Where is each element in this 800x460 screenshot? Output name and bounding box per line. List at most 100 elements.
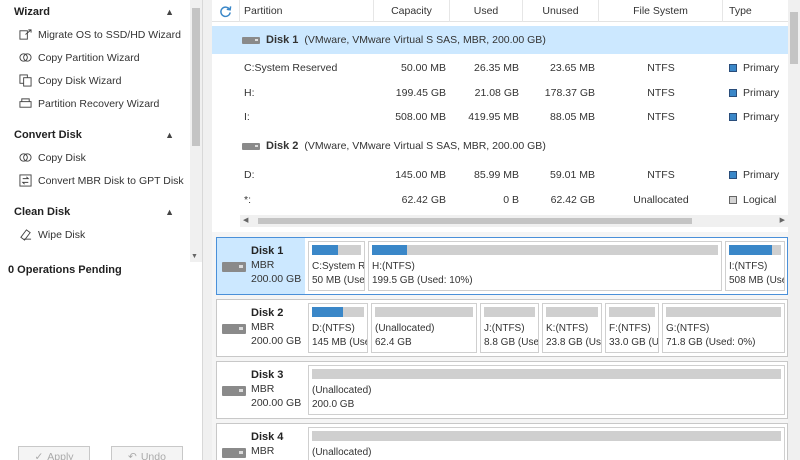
column-header-file-system[interactable]: File System <box>599 0 723 22</box>
sidebar-item-label: Wipe Disk <box>38 228 86 241</box>
sidebar-item-partition-recovery[interactable]: Partition Recovery Wizard <box>0 92 190 115</box>
cell-type: Primary <box>723 169 788 181</box>
cell-type: Primary <box>723 87 788 99</box>
sidebar-item-copy-disk-wizard[interactable]: Copy Disk Wizard <box>0 69 190 92</box>
cell-capacity: 62.42 GB <box>401 194 446 206</box>
column-header-partition[interactable]: Partition <box>240 0 374 22</box>
column-header-capacity[interactable]: Capacity <box>374 0 450 22</box>
disk-map-scrollbar[interactable] <box>788 232 800 460</box>
partition-block-detail: 62.4 GB <box>375 337 412 348</box>
scroll-left-arrow-icon[interactable]: ◀ <box>243 216 248 224</box>
cell-type-label: Logical <box>743 194 777 206</box>
partition-block[interactable]: (Unallocated) <box>308 427 785 460</box>
disk-card-name: Disk 2 <box>251 307 284 319</box>
sidebar-item-migrate-os[interactable]: Migrate OS to SSD/HD Wizard <box>0 23 190 46</box>
section-header[interactable]: Convert Disk ▲ <box>0 123 190 146</box>
partition-block-detail: 33.0 GB (U <box>609 337 659 348</box>
usage-bar <box>372 245 718 255</box>
partition-block[interactable]: (Unallocated) 200.0 GB <box>308 365 785 415</box>
disk-name: Disk 1 <box>266 34 299 46</box>
partition-block-detail: 508 MB (Usec <box>729 275 784 286</box>
section-title: Wizard <box>14 5 50 18</box>
chevron-up-icon[interactable]: ▲ <box>165 7 174 17</box>
disk-description: (VMware, VMware Virtual S SAS, MBR, 200.… <box>304 34 546 46</box>
column-header-used[interactable]: Used <box>450 0 523 22</box>
disk-card-2[interactable]: Disk 2 MBR 200.00 GB D:(NTFS) 145 MB (Us… <box>216 299 788 357</box>
partition-block[interactable]: G:(NTFS) 71.8 GB (Used: 0%) <box>662 303 785 353</box>
sidebar-scrollbar[interactable]: ▼ <box>190 0 202 262</box>
copy-disk-icon <box>18 74 32 88</box>
cell-file-system: NTFS <box>647 87 675 99</box>
sidebar-item-copy-partition[interactable]: Copy Partition Wizard <box>0 46 190 69</box>
partition-block[interactable]: J:(NTFS) 8.8 GB (Use <box>480 303 539 353</box>
partition-type-square-icon <box>729 196 737 204</box>
disk-card-info[interactable]: Disk 1 MBR 200.00 GB <box>217 238 305 294</box>
partition-block[interactable]: C:System Re: 50 MB (Usec <box>308 241 365 291</box>
section-header[interactable]: Wizard ▲ <box>0 0 190 23</box>
table-row[interactable]: *: 62.42 GB 0 B 62.42 GB Unallocated Log… <box>212 188 788 212</box>
sidebar-item-copy-disk[interactable]: Copy Disk <box>0 146 190 169</box>
partition-block[interactable]: I:(NTFS) 508 MB (Usec <box>725 241 785 291</box>
partition-block[interactable]: H:(NTFS) 199.5 GB (Used: 10%) <box>368 241 722 291</box>
partition-block[interactable]: (Unallocated) 62.4 GB <box>371 303 477 353</box>
disk-card-3[interactable]: Disk 3 MBR 200.00 GB (Unallocated) 200.0… <box>216 361 788 419</box>
disk-card-4[interactable]: Disk 4 MBR (Unallocated) <box>216 423 788 460</box>
sidebar-item-convert-mbr-gpt[interactable]: Convert MBR Disk to GPT Disk <box>0 169 190 192</box>
sidebar: Wizard ▲ Migrate OS to SSD/HD Wizard Cop… <box>0 0 203 460</box>
partition-block-label: (Unallocated) <box>312 385 372 396</box>
sidebar-item-label: Copy Disk <box>38 151 86 164</box>
convert-icon <box>18 174 32 188</box>
disk-card-1[interactable]: Disk 1 MBR 200.00 GB C:System Re: 50 MB … <box>216 237 788 295</box>
scrollbar-thumb[interactable] <box>258 218 692 224</box>
disk-card-info[interactable]: Disk 2 MBR 200.00 GB <box>217 300 305 356</box>
cell-type-label: Primary <box>743 62 780 74</box>
disk-card-type: MBR <box>251 383 275 395</box>
disk-card-info[interactable]: Disk 4 MBR <box>217 424 305 460</box>
disk-card-info[interactable]: Disk 3 MBR 200.00 GB <box>217 362 305 418</box>
apply-label: Apply <box>47 451 74 460</box>
refresh-icon[interactable] <box>219 5 232 18</box>
scroll-down-arrow-icon[interactable]: ▼ <box>191 253 198 260</box>
sidebar-section-wizard: Wizard ▲ Migrate OS to SSD/HD Wizard Cop… <box>0 0 190 115</box>
table-vertical-scrollbar[interactable] <box>788 0 800 232</box>
chevron-up-icon[interactable]: ▲ <box>165 130 174 140</box>
cell-file-system: NTFS <box>647 62 675 74</box>
cell-type-label: Primary <box>743 87 780 99</box>
table-row[interactable]: D: 145.00 MB 85.99 MB 59.01 MB NTFS Prim… <box>212 163 788 187</box>
table-row[interactable]: I: 508.00 MB 419.95 MB 88.05 MB NTFS Pri… <box>212 105 788 129</box>
scrollbar-thumb[interactable] <box>192 8 200 146</box>
sidebar-item-label: Convert MBR Disk to GPT Disk <box>38 174 184 187</box>
column-header-unused[interactable]: Unused <box>523 0 599 22</box>
refresh-button[interactable] <box>212 0 240 22</box>
partition-type-square-icon <box>729 89 737 97</box>
apply-button[interactable]: ✓ Apply <box>18 446 90 460</box>
cell-type: Logical <box>723 194 788 206</box>
app-window: Wizard ▲ Migrate OS to SSD/HD Wizard Cop… <box>0 0 800 460</box>
partition-type-square-icon <box>729 64 737 72</box>
operations-pending: 0 Operations Pending <box>8 264 122 276</box>
sidebar-item-wipe-disk[interactable]: Wipe Disk <box>0 223 190 246</box>
table-horizontal-scrollbar[interactable]: ◀ ▶ <box>240 215 788 227</box>
cell-capacity: 145.00 MB <box>395 169 446 181</box>
undo-button[interactable]: ↶ Undo <box>111 446 183 460</box>
disk-row-1[interactable]: Disk 1 (VMware, VMware Virtual S SAS, MB… <box>212 26 788 54</box>
partition-block[interactable]: F:(NTFS) 33.0 GB (U <box>605 303 659 353</box>
disk-card-type: MBR <box>251 445 275 457</box>
disk-row-2[interactable]: Disk 2 (VMware, VMware Virtual S SAS, MB… <box>212 132 788 160</box>
table-row[interactable]: H: 199.45 GB 21.08 GB 178.37 GB NTFS Pri… <box>212 81 788 105</box>
section-header[interactable]: Clean Disk ▲ <box>0 200 190 223</box>
table-row[interactable]: C:System Reserved 50.00 MB 26.35 MB 23.6… <box>212 56 788 80</box>
usage-bar-fill <box>312 245 338 255</box>
disk-card-type: MBR <box>251 259 275 271</box>
disk-card-size: 200.00 GB <box>251 397 302 409</box>
chevron-up-icon[interactable]: ▲ <box>165 207 174 217</box>
copy-partition-icon <box>18 51 32 65</box>
partition-block[interactable]: D:(NTFS) 145 MB (Use <box>308 303 368 353</box>
scrollbar-thumb[interactable] <box>790 12 798 64</box>
scroll-right-arrow-icon[interactable]: ▶ <box>780 216 785 224</box>
partition-block[interactable]: K:(NTFS) 23.8 GB (Use <box>542 303 602 353</box>
cell-used: 419.95 MB <box>468 111 519 123</box>
disk-card-size: 200.00 GB <box>251 335 302 347</box>
column-header-type[interactable]: Type <box>723 0 788 22</box>
